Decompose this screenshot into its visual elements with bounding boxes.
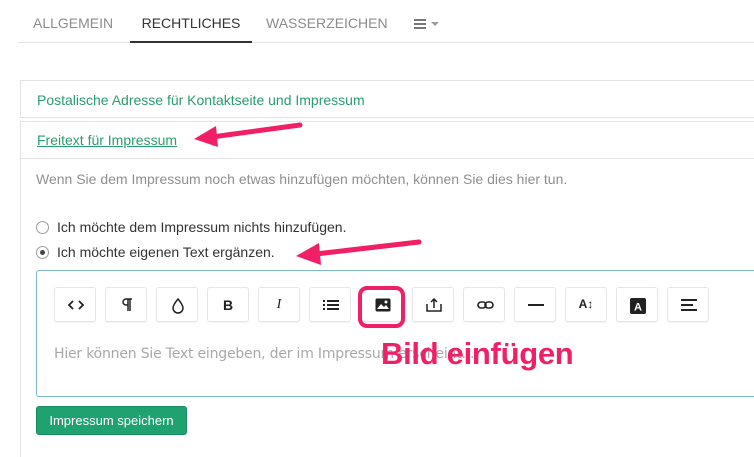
radio-label: Ich möchte eigenen Text ergänzen.	[57, 244, 275, 260]
align-button[interactable]	[667, 287, 709, 322]
align-icon	[681, 299, 697, 311]
radio-button-selected[interactable]	[36, 246, 49, 259]
paragraph-button[interactable]	[105, 287, 147, 322]
italic-button[interactable]: I	[258, 287, 300, 322]
paragraph-icon	[122, 298, 132, 311]
radio-no-addition[interactable]: Ich möchte dem Impressum nichts hinzufüg…	[36, 219, 346, 235]
radio-own-text[interactable]: Ich möchte eigenen Text ergänzen.	[36, 244, 275, 260]
code-view-icon	[68, 300, 84, 310]
horizontal-rule-button[interactable]	[514, 287, 556, 322]
upload-icon	[426, 298, 442, 312]
color-drop-icon	[172, 298, 184, 314]
font-size-button[interactable]: A↕	[565, 287, 607, 322]
tab-rechtliches[interactable]: RECHTLICHES	[130, 0, 252, 43]
text-color-button[interactable]: A	[616, 287, 658, 322]
svg-text:A: A	[634, 302, 642, 314]
link-button[interactable]	[463, 287, 505, 322]
italic-icon: I	[276, 297, 282, 312]
annotation-arrow-own-text	[296, 239, 422, 265]
caret-down-icon	[431, 22, 439, 27]
annotation-arrow-freetext	[194, 122, 303, 147]
save-imprint-button[interactable]: Impressum speichern	[36, 406, 187, 435]
bold-button[interactable]: B	[207, 287, 249, 322]
tab-bar: ALLGEMEIN RECHTLICHES WASSERZEICHEN	[18, 0, 754, 43]
list-menu-icon	[414, 17, 426, 31]
tab-more-menu[interactable]	[414, 16, 439, 30]
link-icon	[477, 301, 494, 309]
color-button[interactable]	[156, 287, 198, 322]
radio-button[interactable]	[36, 221, 49, 234]
section-postal-address[interactable]: Postalische Adresse für Kontaktseite und…	[20, 80, 754, 118]
code-view-button[interactable]	[54, 287, 96, 322]
section-description: Wenn Sie dem Impressum noch etwas hinzuf…	[36, 171, 568, 187]
list-icon	[323, 300, 339, 310]
image-button-highlight	[358, 286, 405, 328]
section-postal-title[interactable]: Postalische Adresse für Kontaktseite und…	[37, 92, 365, 108]
upload-button[interactable]	[412, 287, 454, 322]
radio-label: Ich möchte dem Impressum nichts hinzufüg…	[57, 219, 347, 235]
font-size-icon: A↕	[578, 297, 594, 311]
annotation-callout: Bild einfügen	[381, 336, 574, 371]
horizontal-rule-icon	[528, 304, 544, 306]
list-button[interactable]	[309, 287, 351, 322]
text-color-icon: A	[630, 298, 646, 314]
bold-icon: B	[222, 297, 234, 313]
section-freetext-title[interactable]: Freitext für Impressum	[37, 132, 177, 148]
tab-allgemein[interactable]: ALLGEMEIN	[33, 0, 113, 43]
section-freetext[interactable]: Freitext für Impressum	[20, 121, 754, 161]
tab-wasserzeichen[interactable]: WASSERZEICHEN	[266, 0, 388, 43]
